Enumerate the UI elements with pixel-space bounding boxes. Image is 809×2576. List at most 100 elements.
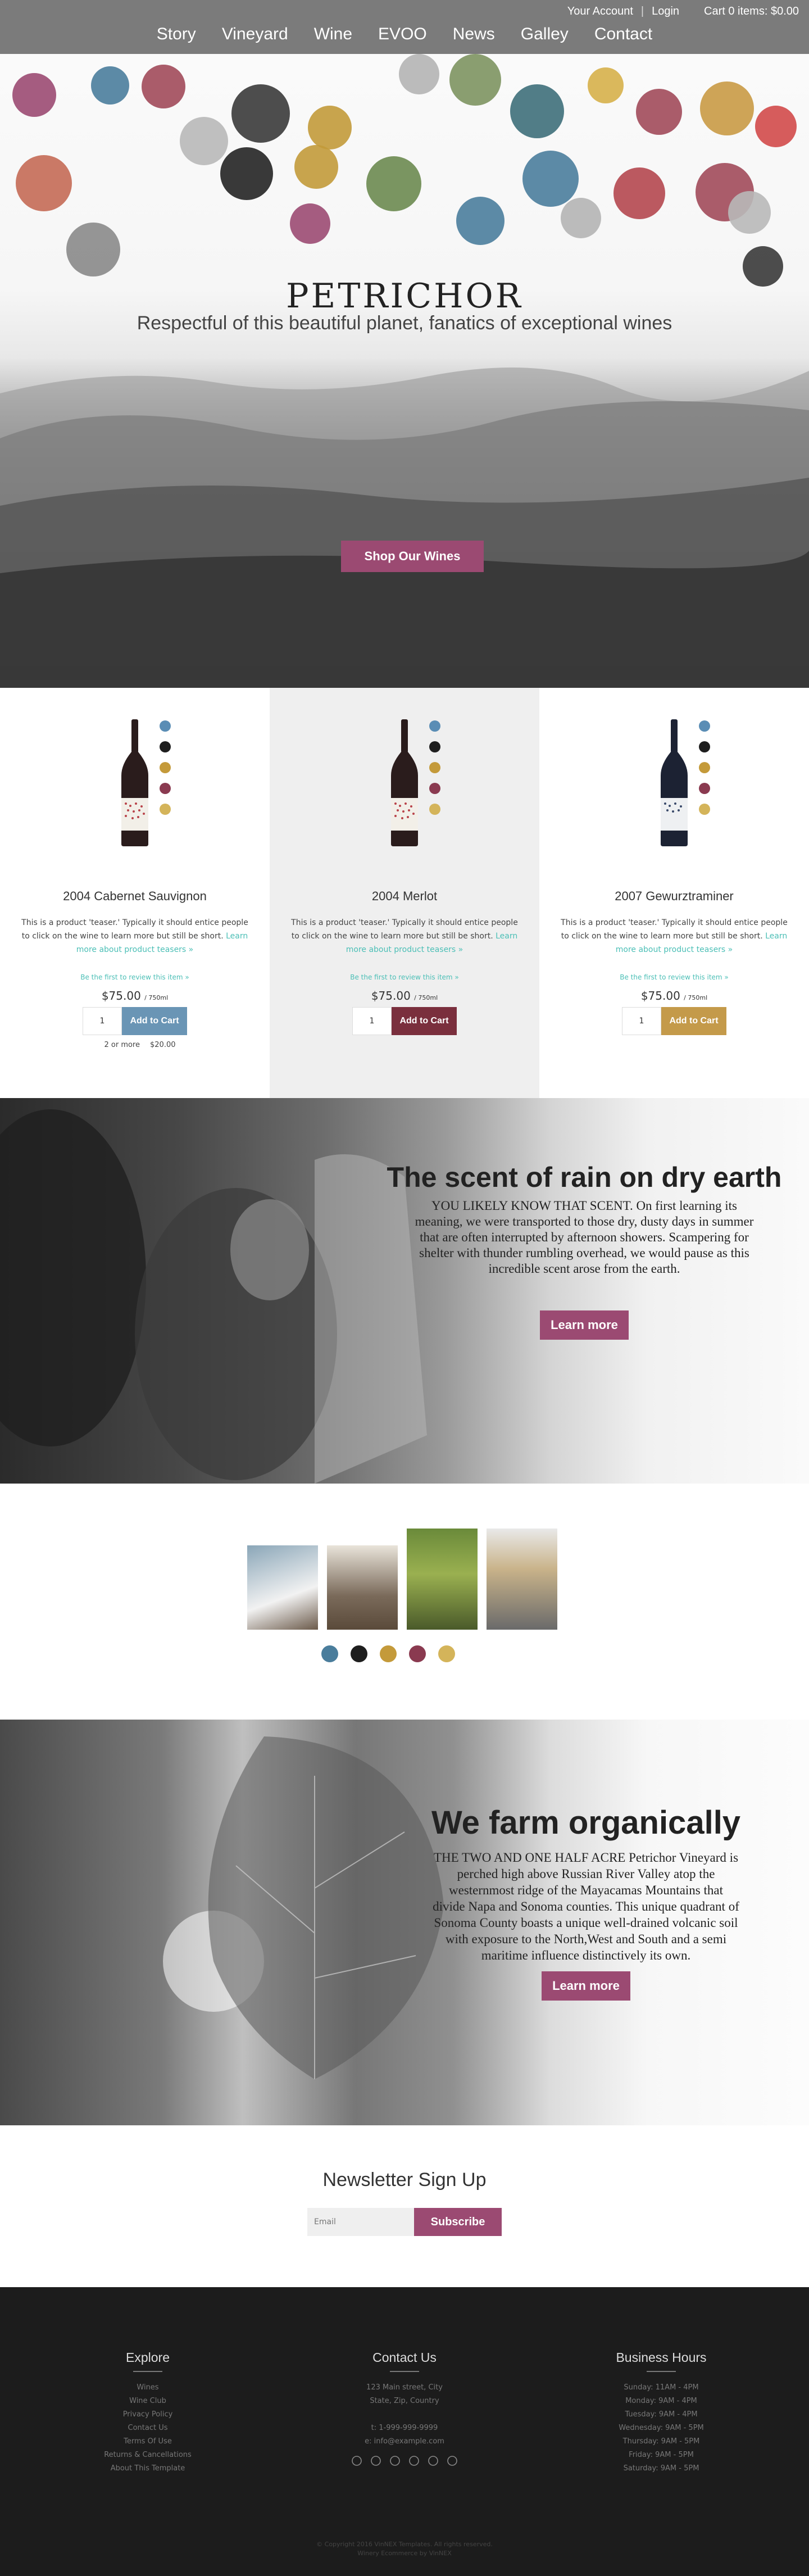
contact-spacer xyxy=(276,2408,533,2421)
team-photo-man[interactable] xyxy=(327,1545,398,1630)
color-swatches xyxy=(429,720,446,824)
bulk-price: $20.00 xyxy=(150,1041,176,1049)
footer-link-about-template[interactable]: About This Template xyxy=(20,2462,276,2475)
organic-section: We farm organically THE TWO AND ONE HALF… xyxy=(0,1720,809,2125)
nav-evoo[interactable]: EVOO xyxy=(378,25,427,44)
price-unit: / 750ml xyxy=(414,994,438,1001)
yelp-icon[interactable] xyxy=(408,2455,420,2466)
login-link[interactable]: Login xyxy=(652,5,679,18)
newsletter-form: Subscribe xyxy=(0,2208,809,2236)
quantity-input[interactable] xyxy=(352,1007,392,1035)
team-dot xyxy=(409,1645,426,1662)
brand-logo[interactable]: PETRICHOR xyxy=(0,276,809,316)
copyright: © Copyright 2016 VinNEX Templates. All r… xyxy=(0,2540,809,2558)
watercolor-dot xyxy=(700,81,754,135)
team-photo-vineyard[interactable] xyxy=(407,1529,478,1630)
nav-wine[interactable]: Wine xyxy=(314,25,352,44)
product-teaser-text: This is a product 'teaser.' Typically it… xyxy=(21,918,248,941)
product-card: 2007 Gewurztraminer This is a product 't… xyxy=(539,688,809,1098)
color-swatches xyxy=(699,720,716,824)
phone-number[interactable]: t: 1-999-999-9999 xyxy=(276,2421,533,2435)
team-dot xyxy=(351,1645,367,1662)
swatch-dot xyxy=(429,783,440,794)
nav-story[interactable]: Story xyxy=(157,25,196,44)
price-value: $75.00 xyxy=(640,989,680,1003)
shop-our-wines-button[interactable]: Shop Our Wines xyxy=(341,541,484,572)
swatch-dot xyxy=(429,804,440,815)
social-links xyxy=(276,2455,533,2466)
watercolor-dot xyxy=(231,84,290,143)
watercolor-dot xyxy=(510,84,564,138)
watercolor-dot xyxy=(449,54,501,106)
product-teaser-text: This is a product 'teaser.' Typically it… xyxy=(561,918,788,941)
add-to-cart-button[interactable]: Add to Cart xyxy=(122,1007,187,1035)
pinterest-icon[interactable] xyxy=(447,2455,458,2466)
facebook-icon[interactable] xyxy=(351,2455,362,2466)
add-to-cart-row: Add to Cart xyxy=(0,1007,270,1035)
footer-link-wine-club[interactable]: Wine Club xyxy=(20,2394,276,2408)
product-name[interactable]: 2007 Gewurztraminer xyxy=(539,889,809,904)
instagram-icon[interactable] xyxy=(389,2455,401,2466)
nav-galley[interactable]: Galley xyxy=(521,25,569,44)
divider xyxy=(133,2371,162,2372)
add-to-cart-row: Add to Cart xyxy=(539,1007,809,1035)
product-teaser-text: This is a product 'teaser.' Typically it… xyxy=(291,918,518,941)
team-photos xyxy=(247,1529,557,1630)
footer-link-wines[interactable]: Wines xyxy=(20,2381,276,2394)
cart-summary-link[interactable]: Cart 0 items: $0.00 xyxy=(704,5,799,18)
team-photo-dog[interactable] xyxy=(247,1545,318,1630)
email-input[interactable] xyxy=(307,2208,414,2236)
wine-bottle-image[interactable] xyxy=(118,719,152,846)
footer-link-returns[interactable]: Returns & Cancellations xyxy=(20,2448,276,2462)
hours-friday: Friday: 9AM - 5PM xyxy=(629,2451,694,2459)
footer-columns: Explore Wines Wine Club Privacy Policy C… xyxy=(0,2287,809,2475)
your-account-link[interactable]: Your Account xyxy=(567,5,633,18)
footer-link-contact[interactable]: Contact Us xyxy=(20,2421,276,2435)
hours-saturday: Saturday: 9AM - 5PM xyxy=(623,2464,699,2473)
story-learn-more-button[interactable]: Learn more xyxy=(540,1310,629,1340)
footer-link-privacy[interactable]: Privacy Policy xyxy=(20,2408,276,2421)
review-link[interactable]: Be the first to review this item » xyxy=(539,973,809,981)
main-nav: Story Vineyard Wine EVOO News Galley Con… xyxy=(0,25,809,44)
product-name[interactable]: 2004 Cabernet Sauvignon xyxy=(0,889,270,904)
wine-bottle-image[interactable] xyxy=(388,719,421,846)
product-card: 2004 Cabernet Sauvignon This is a produc… xyxy=(0,688,270,1098)
product-image[interactable] xyxy=(270,719,539,882)
twitter-icon[interactable] xyxy=(370,2455,381,2466)
review-link[interactable]: Be the first to review this item » xyxy=(0,973,270,981)
nav-contact[interactable]: Contact xyxy=(594,25,652,44)
product-image[interactable] xyxy=(539,719,809,882)
watercolor-dot xyxy=(142,65,185,108)
organic-learn-more-button[interactable]: Learn more xyxy=(542,1971,630,2001)
platform-credit[interactable]: Winery Ecommerce by VinNEX xyxy=(0,2549,809,2558)
team-photo-farmer[interactable] xyxy=(487,1529,557,1630)
watercolor-dot xyxy=(16,155,72,211)
hero-section: PETRICHOR Respectful of this beautiful p… xyxy=(0,0,809,688)
product-name[interactable]: 2004 Merlot xyxy=(270,889,539,904)
team-section xyxy=(0,1484,809,1720)
footer-link-terms[interactable]: Terms Of Use xyxy=(20,2435,276,2448)
quantity-input[interactable] xyxy=(83,1007,122,1035)
watercolor-dot xyxy=(755,106,797,147)
quantity-input[interactable] xyxy=(622,1007,661,1035)
add-to-cart-button[interactable]: Add to Cart xyxy=(392,1007,457,1035)
tripadvisor-icon[interactable] xyxy=(428,2455,439,2466)
nav-vineyard[interactable]: Vineyard xyxy=(222,25,288,44)
site-header: Your Account | Login Cart 0 items: $0.00… xyxy=(0,0,809,54)
swatch-dot xyxy=(699,804,710,815)
add-to-cart-button[interactable]: Add to Cart xyxy=(661,1007,726,1035)
subscribe-button[interactable]: Subscribe xyxy=(414,2208,502,2236)
email-address[interactable]: e: info@example.com xyxy=(276,2435,533,2448)
watercolor-dot xyxy=(588,67,624,103)
nav-news[interactable]: News xyxy=(453,25,495,44)
product-image[interactable] xyxy=(0,719,270,882)
hero-tagline: Respectful of this beautiful planet, fan… xyxy=(137,312,672,334)
watercolor-dot xyxy=(636,89,682,135)
product-price: $75.00 / 750ml xyxy=(0,989,270,1003)
wine-bottle-image[interactable] xyxy=(657,719,691,846)
review-link[interactable]: Be the first to review this item » xyxy=(270,973,539,981)
watercolor-dot xyxy=(728,191,771,234)
swatch-dot xyxy=(699,762,710,773)
watercolor-dot xyxy=(308,106,352,149)
watercolor-dot xyxy=(613,167,665,219)
